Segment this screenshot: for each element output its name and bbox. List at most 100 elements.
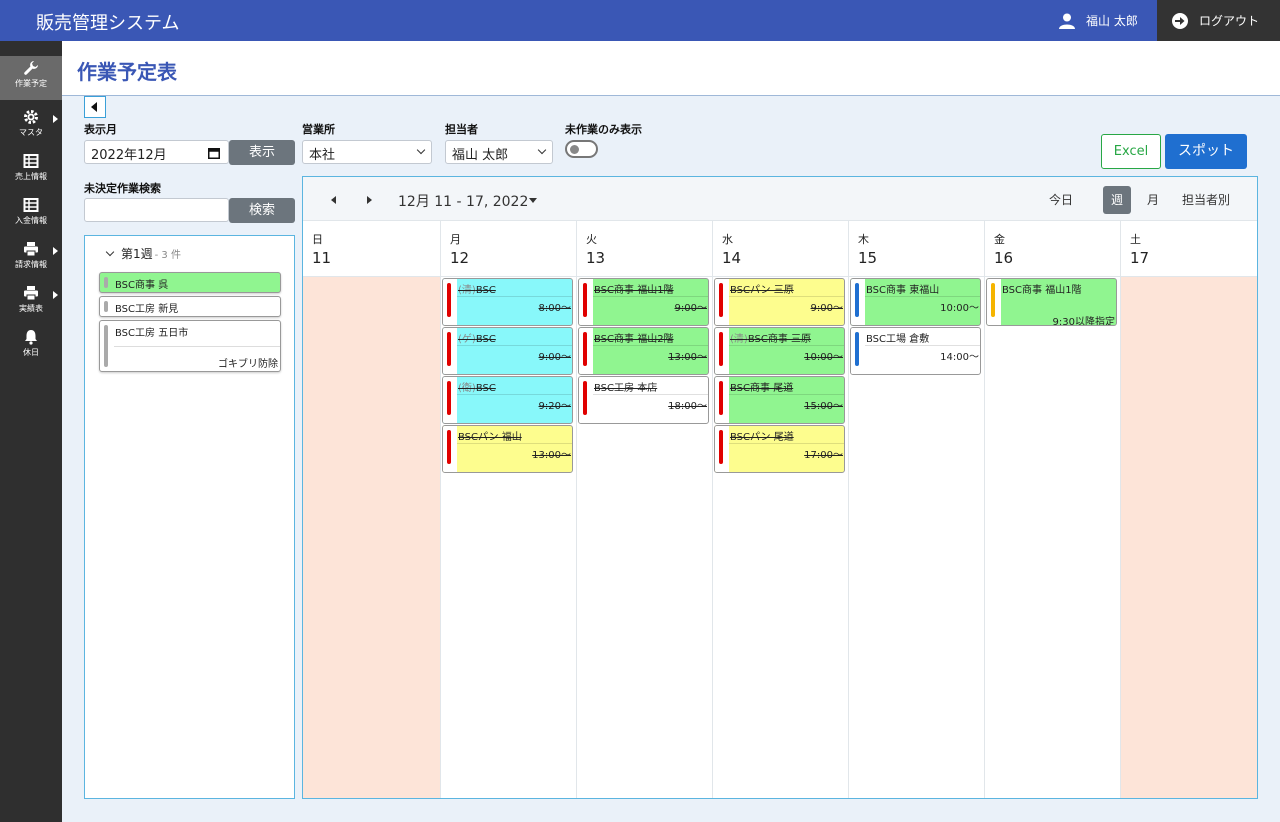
show-button[interactable]: 表示 [229,140,295,165]
schedule-event[interactable]: BSC商事 東福山 10:00～ [850,278,981,326]
day-of-week: 水 [722,233,733,246]
search-button[interactable]: 検索 [229,198,295,223]
month-input[interactable]: 2022年12月 [84,140,229,164]
sidebar-item-payment[interactable]: 入金情報 [0,193,62,237]
pending-task[interactable]: BSC商事 呉 [99,272,281,293]
sidebar-item-holiday[interactable]: 休日 [0,325,62,369]
day-body[interactable]: BSCパン 三原 9:00～ (清)BSC商事 三原 10:00～ BSC商事 … [713,277,848,798]
chevron-right-icon [53,247,58,255]
day-header: 金 16 [985,221,1120,277]
today-button[interactable]: 今日 [1043,186,1079,214]
schedule-event[interactable]: (清)BSC 8:00～ [442,278,573,326]
sidebar-item-schedule[interactable]: 作業予定 [0,56,62,100]
event-name: (清)BSC商事 三原 [729,330,844,345]
prev-week-icon[interactable] [331,196,336,204]
pending-panel: 第1週 - 3 件 BSC商事 呉 BSC工房 新見 BSC工房 五日市 ゴキブ… [84,235,295,799]
schedule-event[interactable]: BSCパン 福山 13:00～ [442,425,573,473]
task-note: ゴキブリ防除 [218,359,278,370]
sidebar-item-master[interactable]: マスタ [0,105,62,149]
day-body[interactable]: BSC商事 東福山 10:00～ BSC工場 倉敷 14:00～ [849,277,984,798]
day-number[interactable]: 17 [1130,249,1149,267]
schedule-event[interactable]: BSC商事 尾道 15:00～ [714,376,845,424]
day-body[interactable] [303,277,440,798]
pending-task[interactable]: BSC工房 五日市 ゴキブリ防除 [99,320,281,372]
wrench-icon [24,61,38,75]
week-group-header[interactable]: 第1週 - 3 件 [105,245,181,262]
schedule-event[interactable]: BSC商事 福山2階 13:00～ [578,327,709,375]
week-view-button[interactable]: 週 [1103,186,1131,214]
divider [114,346,280,347]
day-body[interactable]: BSC商事 福山1階 9:00～ BSC商事 福山2階 13:00～ BSC工房… [577,277,712,798]
day-body[interactable] [1121,277,1257,798]
event-status-bar [583,381,587,415]
divider [729,443,844,444]
staff-view-button[interactable]: 担当者別 [1176,186,1236,214]
printer-icon [24,242,38,257]
divider [457,394,572,395]
schedule-event[interactable]: BSCパン 尾道 17:00～ [714,425,845,473]
staff-select[interactable]: 福山 太郎 [445,140,553,164]
divider [457,296,572,297]
event-status-bar [719,332,723,366]
event-status-bar [719,283,723,317]
event-name: BSC工場 倉敷 [866,334,930,345]
divider [865,296,980,297]
excel-button[interactable]: Excel [1101,134,1161,169]
date-range[interactable]: 12月 11 - 17, 2022 [398,191,528,211]
sidebar-item-results[interactable]: 実績表 [0,281,62,325]
schedule-event[interactable]: BSC工房 本店 18:00～ [578,376,709,424]
event-name: BSCパン 福山 [458,432,522,443]
day-number[interactable]: 14 [722,249,741,267]
event-time: 14:00～ [940,352,979,363]
month-view-button[interactable]: 月 [1139,186,1167,214]
table-icon [23,154,39,168]
search-input[interactable] [84,198,229,222]
day-number[interactable]: 13 [586,249,605,267]
event-time: 15:00～ [804,401,843,412]
schedule-event[interactable]: BSC商事 福山1階 9:30以降指定 [986,278,1117,326]
user-menu[interactable]: 福山 太郎 [1058,0,1138,41]
day-number[interactable]: 11 [312,249,331,267]
chevron-down-icon [537,145,547,155]
day-column-wed: 水 14 BSCパン 三原 9:00～ (清)BSC商事 三原 10:00～ B… [713,221,849,798]
event-status-bar [583,332,587,366]
divider [865,345,980,346]
next-week-icon[interactable] [367,196,372,204]
event-title: BSC [475,383,496,394]
event-time: 9:00～ [810,303,843,314]
divider [593,394,708,395]
schedule-event[interactable]: BSC商事 福山1階 9:00～ [578,278,709,326]
printer-icon [24,286,38,301]
day-number[interactable]: 16 [994,249,1013,267]
office-select[interactable]: 本社 [302,140,432,164]
schedule-event[interactable]: BSCパン 三原 9:00～ [714,278,845,326]
staff-value: 福山 太郎 [452,148,509,163]
calendar-icon [208,148,220,159]
schedule-event[interactable]: BSC工場 倉敷 14:00～ [850,327,981,375]
logout-button[interactable]: ログアウト [1157,0,1280,41]
task-name: BSC工房 新見 [115,304,179,315]
event-time: 13:00～ [668,352,707,363]
task-status-bar [104,325,108,367]
schedule-event[interactable]: (衛)BSC 9:20～ [442,376,573,424]
day-number[interactable]: 12 [450,249,469,267]
caret-down-icon[interactable] [529,198,537,203]
day-body[interactable]: BSC商事 福山1階 9:30以降指定 [985,277,1120,798]
event-mark: (衛) [458,383,476,394]
day-body[interactable]: (清)BSC 8:00～ (ゲ)BSC 9:00～ (衛)BSC 9:20～ B… [441,277,576,798]
day-number[interactable]: 15 [858,249,877,267]
event-name: BSC商事 福山1階 [594,285,674,296]
office-label: 営業所 [302,123,335,136]
event-name: (清)BSC [457,281,572,296]
sidebar-item-label: 入金情報 [15,216,47,225]
pending-task[interactable]: BSC工房 新見 [99,296,281,317]
spot-button[interactable]: スポット [1165,134,1247,169]
sidebar-item-billing[interactable]: 請求情報 [0,237,62,281]
unworked-toggle[interactable] [565,140,598,158]
schedule-event[interactable]: (ゲ)BSC 9:00～ [442,327,573,375]
schedule-event[interactable]: (清)BSC商事 三原 10:00～ [714,327,845,375]
sidebar-item-sales[interactable]: 売上情報 [0,149,62,193]
event-time: 9:30以降指定 [1052,317,1115,326]
table-icon [23,198,39,212]
collapse-panel-button[interactable] [84,96,106,118]
